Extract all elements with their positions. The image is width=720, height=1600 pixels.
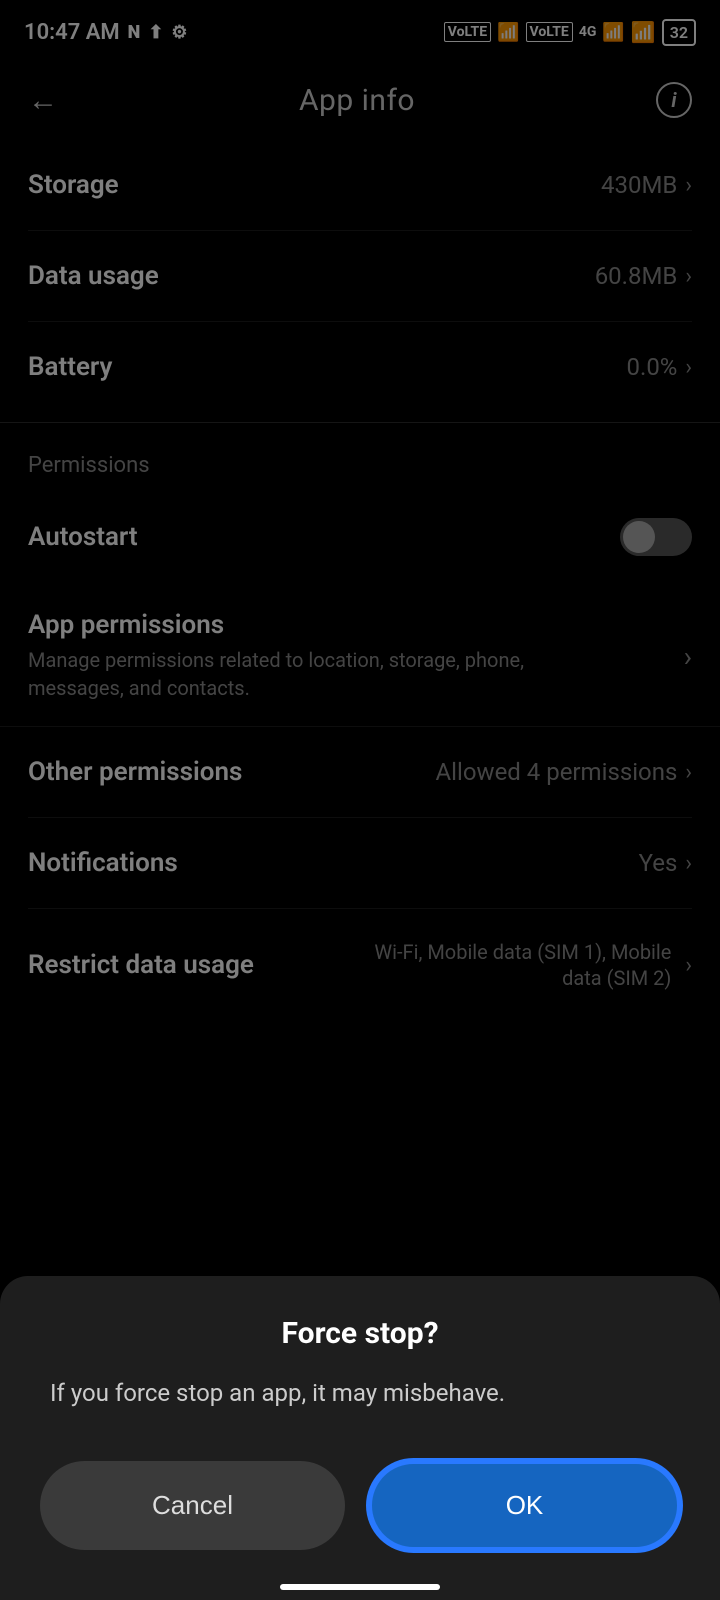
dialog-title: Force stop? [40, 1316, 680, 1351]
cancel-button[interactable]: Cancel [40, 1461, 345, 1550]
home-indicator [280, 1584, 440, 1590]
dialog-buttons: Cancel OK [40, 1461, 680, 1550]
ok-button[interactable]: OK [369, 1461, 680, 1550]
dialog-body: If you force stop an app, it may misbeha… [40, 1375, 680, 1411]
force-stop-dialog: Force stop? If you force stop an app, it… [0, 1276, 720, 1600]
